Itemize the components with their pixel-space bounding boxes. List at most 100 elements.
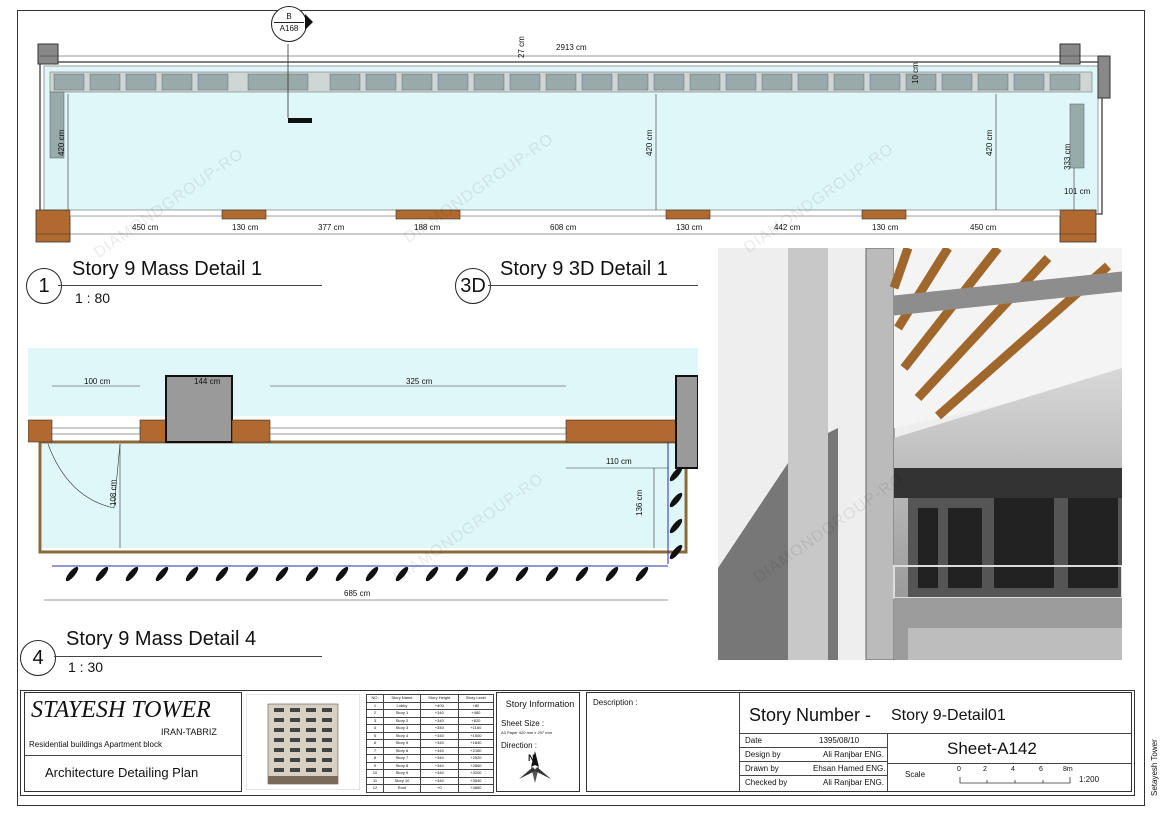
- table-cell: Story 2: [383, 716, 421, 725]
- story-table: NO. Story Name Story Height Story Level 1 Lo…: [365, 694, 495, 793]
- top-dim: 27 cm: [517, 36, 526, 58]
- table-row: 4 Story 3 +340 +1160: [365, 724, 495, 733]
- table-cell: +3880: [457, 784, 495, 793]
- view-number-4: 4: [20, 640, 56, 676]
- table-cell: 11: [365, 776, 385, 785]
- bottom-dim-1: 450 cm: [132, 223, 159, 232]
- bottom-dim-2: 130 cm: [232, 223, 259, 232]
- story9-3d-render: [718, 248, 1122, 660]
- view-scale-4: 1 : 30: [68, 659, 104, 675]
- table-cell: 7: [365, 746, 385, 755]
- plan-name: Architecture Detailing Plan: [45, 765, 199, 780]
- table-row: 9 Story 8 +340 +2860: [365, 761, 495, 770]
- project-box: STAYESH TOWER IRAN-TABRIZ Residential bu…: [24, 692, 242, 792]
- scale-tick-0: 0: [957, 766, 961, 773]
- table-cell: +820: [457, 716, 495, 725]
- table-cell: Story 7: [383, 754, 421, 763]
- height-dim-2: 420 cm: [645, 129, 654, 156]
- table-cell: Roof: [383, 784, 421, 793]
- table-cell: Story 1: [383, 709, 421, 718]
- project-subtitle: Residential buildings Apartment block: [29, 740, 162, 749]
- table-cell: Story 5: [383, 739, 421, 748]
- dim-136: 136 cm: [635, 489, 644, 516]
- bottom-dim-8: 130 cm: [872, 223, 899, 232]
- bottom-dim-4: 188 cm: [414, 223, 441, 232]
- bottom-dim-7: 442 cm: [774, 223, 801, 232]
- dim-685: 685 cm: [344, 589, 371, 598]
- table-cell: Story 8: [383, 761, 421, 770]
- checked-value: Ali Ranjbar ENG.: [823, 778, 884, 787]
- table-cell: +340: [419, 731, 459, 740]
- table-row: 7 Story 6 +340 +2180: [365, 746, 495, 755]
- table-cell: 5: [365, 731, 385, 740]
- scale-bar: [959, 777, 1071, 784]
- section-tag[interactable]: B A168: [271, 6, 307, 42]
- date-value: 1395/08/10: [819, 736, 860, 745]
- scale-label: Scale: [905, 770, 926, 779]
- table-cell: +340: [419, 709, 459, 718]
- description-label: Description :: [593, 698, 638, 707]
- drawn-value: Ehsan Hamed ENG.: [813, 764, 886, 773]
- table-cell: 12: [365, 784, 385, 793]
- table-cell: 8: [365, 754, 385, 763]
- table-cell: 3: [365, 716, 385, 725]
- story-info-label: Story Information: [505, 699, 575, 709]
- table-cell: +340: [419, 746, 459, 755]
- height-dim-1: 420 cm: [57, 129, 66, 156]
- table-cell: +3540: [457, 776, 495, 785]
- bottom-dim-5: 608 cm: [550, 223, 577, 232]
- drawn-label: Drawn by: [745, 764, 779, 773]
- view-title-3d: Story 9 3D Detail 1: [500, 258, 668, 280]
- bottom-dim-6: 130 cm: [676, 223, 703, 232]
- sheet-info-box: Description : Story Number - Story 9-Det…: [586, 692, 1132, 792]
- sheet-number: Sheet-A142: [947, 739, 1037, 758]
- north-label: N: [528, 753, 535, 763]
- sheet-size-label: Sheet Size :: [501, 719, 545, 728]
- table-cell: Lobby: [383, 701, 421, 710]
- scale-tick-8: 8m: [1063, 766, 1073, 773]
- right-bottom-dim: 101 cm: [1064, 187, 1091, 196]
- date-label: Date: [745, 736, 762, 745]
- project-location: IRAN-TABRIZ: [161, 727, 217, 737]
- scale-tick-6: 6: [1039, 766, 1043, 773]
- table-row: 3 Story 2 +340 +820: [365, 716, 495, 725]
- table-cell: Story 9: [383, 769, 421, 778]
- dim-325: 325 cm: [406, 377, 433, 386]
- section-arrow-icon: [305, 14, 313, 30]
- scale-tick-2: 2: [983, 766, 987, 773]
- table-row: 2 Story 1 +340 +480: [365, 709, 495, 718]
- table-cell: 9: [365, 761, 385, 770]
- view-title-4: Story 9 Mass Detail 4: [66, 628, 257, 650]
- design-value: Ali Ranjbar ENG.: [823, 750, 884, 759]
- table-cell: +340: [419, 754, 459, 763]
- dim-110: 110 cm: [606, 457, 632, 466]
- table-cell: +480: [457, 709, 495, 718]
- dim-108: 108 cm: [109, 479, 118, 506]
- table-cell: Story 10: [383, 776, 421, 785]
- right-dim: 10 cm: [911, 62, 920, 84]
- table-cell: 10: [365, 769, 385, 778]
- table-row: 8 Story 7 +340 +2520: [365, 754, 495, 763]
- table-row: 1 Lobby +400 +80: [365, 701, 495, 710]
- table-cell: +2520: [457, 754, 495, 763]
- story-info-box: Story Information Sheet Size : A3 Paper …: [496, 692, 580, 792]
- table-cell: 1: [365, 701, 385, 710]
- table-cell: +1500: [457, 731, 495, 740]
- table-cell: Story 3: [383, 724, 421, 733]
- bottom-dim-9: 450 cm: [970, 223, 997, 232]
- dim-100: 100 cm: [84, 377, 111, 386]
- checked-label: Checked by: [745, 778, 788, 787]
- story-table-header: Story Name: [383, 694, 421, 703]
- table-row: 12 Roof +0 +3880: [365, 784, 495, 793]
- plan-story9-mass-detail-1: 420 cm 420 cm 420 cm 333 cm 2913 cm 27 c…: [35, 36, 1111, 243]
- height-dim-3: 420 cm: [985, 129, 994, 156]
- overall-dim: 2913 cm: [556, 43, 587, 52]
- story-table-header: NO.: [365, 694, 385, 703]
- view-number-1: 1: [26, 268, 62, 304]
- table-cell: +2180: [457, 746, 495, 755]
- side-label: Setayesh Tower: [1150, 739, 1159, 796]
- view-number-3d: 3D: [455, 268, 491, 304]
- table-cell: +1840: [457, 739, 495, 748]
- table-cell: +400: [419, 701, 459, 710]
- section-tag-letter: B: [286, 12, 292, 21]
